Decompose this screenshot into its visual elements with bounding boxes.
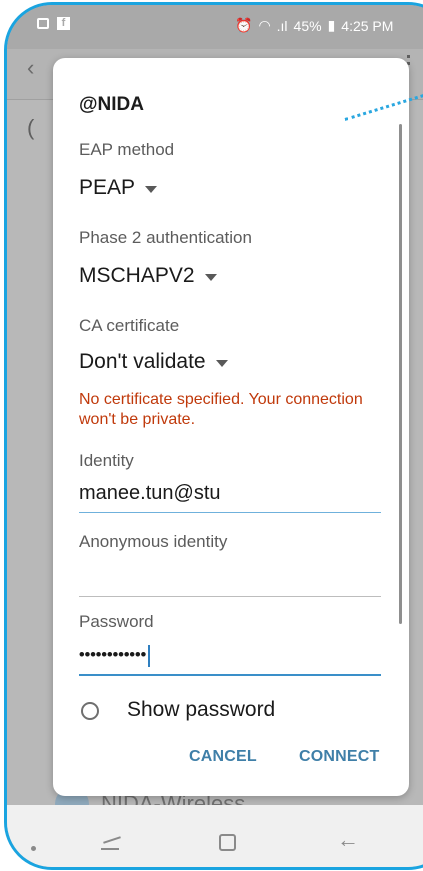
battery-icon: ▮ — [327, 17, 336, 33]
phase2-dropdown[interactable]: MSCHAPV2 — [79, 264, 217, 288]
wifi-icon: ◠ — [258, 17, 271, 33]
password-input[interactable]: •••••••••••• — [79, 644, 381, 676]
battery-percent: 45% — [293, 17, 322, 34]
phase2-label: Phase 2 authentication — [79, 228, 252, 247]
image-icon — [37, 18, 49, 29]
ca-certificate-dropdown[interactable]: Don't validate — [79, 350, 228, 374]
connect-button[interactable]: CONNECT — [299, 748, 380, 766]
screenshot-stage: f ⏰ ◠ .ıl 45% ▮ 4:25 PM ‹ ( NIDA-Wireles… — [0, 0, 423, 871]
cancel-button[interactable]: CANCEL — [189, 748, 257, 766]
clock: 4:25 PM — [341, 17, 394, 34]
signal-icon: .ıl — [276, 17, 288, 34]
back-arrow-icon[interactable]: ← — [337, 827, 359, 853]
alarm-icon: ⏰ — [235, 17, 253, 33]
identity-input[interactable]: manee.tun@stu — [79, 482, 381, 513]
eap-method-value: PEAP — [79, 176, 136, 199]
password-value: •••••••••••• — [79, 646, 147, 664]
navigation-bar: ← — [7, 805, 423, 867]
facebook-icon: f — [57, 17, 70, 30]
ca-certificate-value: Don't validate — [79, 350, 206, 373]
anonymous-identity-label: Anonymous identity — [79, 532, 228, 551]
password-label: Password — [79, 612, 154, 631]
dropdown-arrow-icon — [145, 185, 158, 193]
identity-value: manee.tun@stu — [79, 482, 221, 504]
background-more-icon — [407, 55, 414, 65]
eap-method-label: EAP method — [79, 140, 175, 159]
certificate-warning: No certificate specified. Your connectio… — [79, 391, 363, 428]
anonymous-identity-input[interactable] — [79, 566, 381, 597]
wifi-config-dialog: @NIDA EAP method PEAP Phase 2 authentica… — [53, 58, 409, 796]
background-back-icon: ‹ — [27, 55, 35, 80]
dropdown-arrow-icon — [215, 359, 228, 367]
status-left-icons: f — [37, 17, 70, 30]
phase2-value: MSCHAPV2 — [79, 264, 195, 287]
dialog-title: @NIDA — [79, 94, 144, 115]
identity-label: Identity — [79, 451, 134, 470]
recent-apps-icon[interactable] — [101, 836, 121, 852]
home-icon[interactable] — [219, 834, 236, 851]
text-cursor — [148, 644, 151, 667]
status-bar: f ⏰ ◠ .ıl 45% ▮ 4:25 PM — [7, 5, 423, 49]
background-partial-letter: ( — [27, 115, 35, 140]
dropdown-arrow-icon — [204, 273, 217, 281]
ca-certificate-label: CA certificate — [79, 316, 180, 335]
show-password-radio[interactable] — [81, 702, 99, 720]
eap-method-dropdown[interactable]: PEAP — [79, 176, 158, 200]
status-right-icons: ⏰ ◠ .ıl 45% ▮ 4:25 PM — [235, 17, 393, 34]
show-password-label[interactable]: Show password — [127, 698, 275, 722]
nav-dot-icon[interactable] — [31, 846, 36, 851]
dialog-scrollbar[interactable] — [399, 124, 402, 624]
